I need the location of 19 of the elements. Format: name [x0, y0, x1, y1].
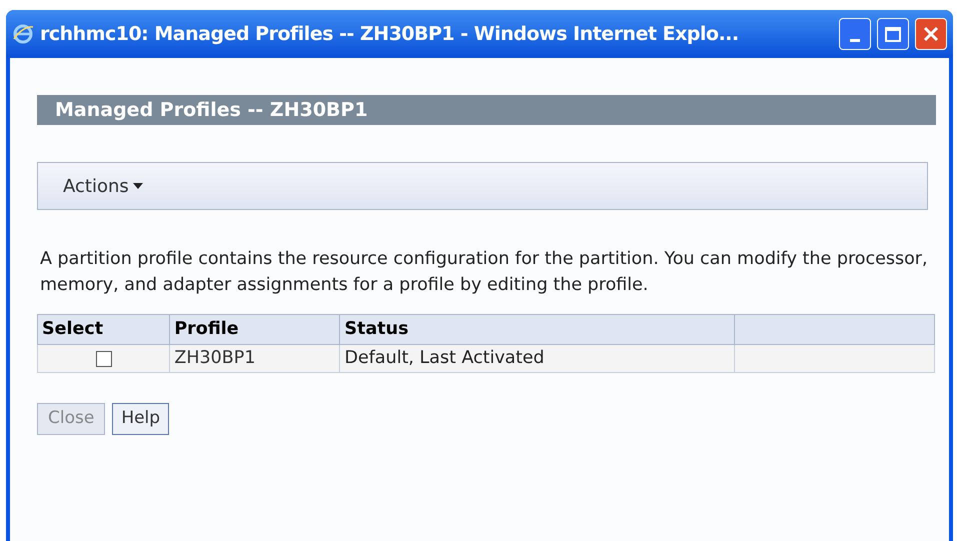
column-header: Status	[340, 314, 734, 344]
dialog-button[interactable]: Help	[112, 403, 170, 435]
page-title: Managed Profiles -- ZH30BP1	[55, 98, 368, 123]
close-icon	[923, 26, 939, 42]
minimize-icon	[850, 39, 860, 42]
actions-menu[interactable]: Actions	[63, 172, 143, 200]
column-header: Profile	[170, 314, 340, 344]
minimize-button[interactable]	[839, 18, 871, 50]
row-checkbox[interactable]	[96, 351, 112, 368]
description-text: A partition profile contains the resource configuration for the partition. You can modify the processor, memory, and adapter assignments for a profile by editing the profile.	[39, 248, 929, 297]
table-cell: ZH30BP1	[170, 344, 340, 372]
table-cell: Default, Last Activated	[340, 344, 734, 372]
maximize-button[interactable]	[877, 18, 909, 50]
maximize-icon	[885, 26, 901, 42]
column-header: Select	[38, 314, 170, 344]
close-window-button[interactable]	[915, 18, 947, 50]
window-title: rchhmc10: Managed Profiles -- ZH30BP1 - Windows Internet Explo...	[40, 22, 740, 47]
caret-icon	[132, 183, 143, 189]
browser-logo-icon	[12, 23, 34, 45]
